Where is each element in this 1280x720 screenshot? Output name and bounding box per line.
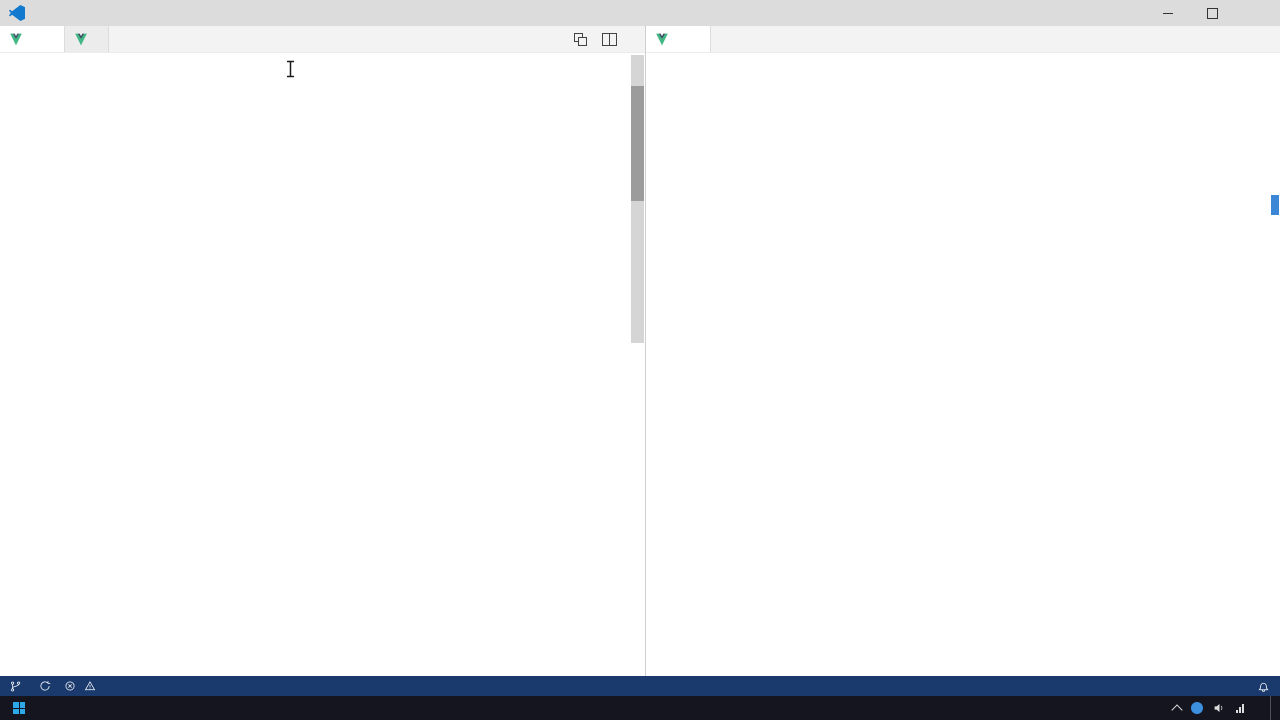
status-bar-right: [1177, 680, 1270, 693]
tray-expand-icon[interactable]: [1171, 703, 1183, 716]
git-branch-status[interactable]: [10, 680, 26, 693]
tab-left-vue-right[interactable]: [646, 26, 711, 52]
close-button[interactable]: [1235, 0, 1280, 26]
windows-taskbar: [0, 696, 1280, 720]
vue-icon: [75, 33, 87, 45]
split-editor-icon[interactable]: [602, 32, 617, 46]
sync-icon: [40, 681, 51, 691]
overview-modified-marker: [1271, 195, 1279, 215]
title-bar: [0, 0, 1280, 26]
vue-icon: [656, 33, 668, 45]
vscode-logo-icon: [9, 5, 25, 21]
open-changes-icon[interactable]: [574, 32, 587, 46]
tray-app-icon[interactable]: [1191, 702, 1203, 714]
errors-icon: [65, 681, 75, 691]
editor-group-right: [646, 26, 1280, 676]
editor-area: [0, 26, 1280, 676]
status-bar: [0, 676, 1280, 696]
tab-app-vue[interactable]: [0, 26, 65, 52]
system-tray: [1171, 696, 1280, 720]
maximize-button[interactable]: [1190, 0, 1235, 26]
volume-icon[interactable]: [1213, 702, 1226, 714]
show-desktop-button[interactable]: [1270, 696, 1276, 720]
vue-icon: [10, 33, 22, 45]
windows-logo-icon: [13, 702, 25, 714]
tab-left-vue[interactable]: [65, 26, 109, 52]
minimize-button[interactable]: [1145, 0, 1190, 26]
scrollbar-thumb[interactable]: [631, 86, 644, 201]
maximize-icon: [1207, 7, 1218, 19]
editor-group-left: [0, 26, 646, 676]
notifications-bell-icon[interactable]: [1257, 680, 1270, 693]
sync-status[interactable]: [39, 680, 51, 692]
editor-actions: [1267, 26, 1280, 52]
branch-icon: [11, 681, 21, 691]
tab-bar-right: [646, 26, 1280, 53]
warnings-icon: [84, 681, 96, 691]
window-controls: [1145, 0, 1280, 26]
network-icon[interactable]: [1236, 703, 1244, 713]
vscode-window: [0, 0, 1280, 720]
tab-bar-left: [0, 26, 645, 53]
editor-actions: [574, 26, 645, 52]
start-button[interactable]: [0, 696, 38, 720]
editor-app-vue[interactable]: [0, 53, 645, 676]
minimize-icon: [1162, 12, 1173, 14]
problems-status[interactable]: [64, 680, 100, 692]
editor-left-vue[interactable]: [646, 53, 1280, 676]
